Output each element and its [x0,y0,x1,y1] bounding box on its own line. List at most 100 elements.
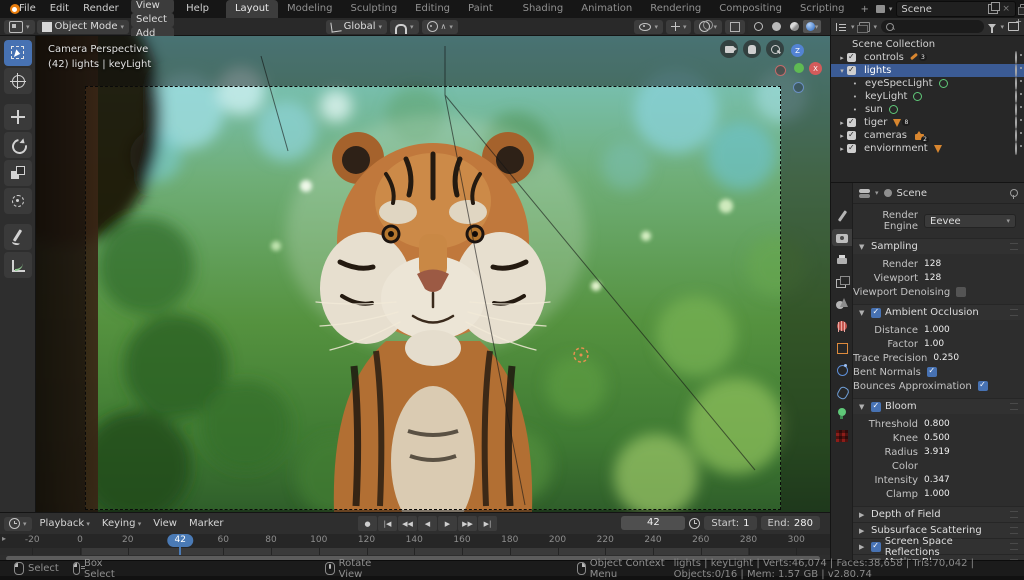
tool-button[interactable] [3,68,32,94]
outliner-row[interactable]: • sun [831,103,1024,116]
outliner-row[interactable]: ▸ cameras 2 [831,129,1024,143]
viewport-menu[interactable]: View [131,0,174,13]
collection-checkbox[interactable] [847,52,856,62]
scene-dropdown-chevron[interactable]: ▾ [889,5,893,13]
hide-in-viewport-toggle[interactable] [1015,116,1017,129]
properties-editor-icon[interactable] [859,188,870,198]
property-widget[interactable]: 1.00 [924,338,1016,350]
playback-button[interactable]: ▶| [478,516,497,531]
workspace-tab[interactable]: Sculpting [341,0,406,18]
collapse-triangle[interactable]: ▼ [859,309,867,317]
property-widget[interactable]: 0.800 [924,418,1016,430]
property-widget[interactable]: 0.250 [933,352,1024,364]
frame-start-field[interactable]: Start: 1 [704,516,757,530]
object-visibility-dropdown[interactable]: ▾ [634,19,663,34]
collapsed-panel-header[interactable]: ▶ Screen Space Reflections [853,536,1024,558]
workspace-tab[interactable]: Layout [225,0,278,18]
checkbox[interactable] [956,287,967,297]
panel-checkbox[interactable] [870,541,881,552]
timeline-menu[interactable]: Playback ▾ [34,518,96,529]
display-mode-icon[interactable] [836,22,847,31]
add-workspace-button[interactable]: + [853,4,875,15]
tool-button[interactable] [3,188,32,214]
proportional-edit-toggle[interactable]: ∧ ▾ [421,19,458,34]
axis-y[interactable] [794,63,804,73]
frame-end-field[interactable]: End: 280 [760,516,820,530]
panel-grip[interactable] [1010,309,1018,316]
pin-icon[interactable] [1010,189,1018,199]
expand-arrow[interactable]: ▸ [837,132,847,140]
workspace-tab[interactable]: Texture Paint [459,0,514,18]
hide-in-viewport-toggle[interactable] [1015,142,1017,155]
outliner-row[interactable]: • keyLight [831,90,1024,103]
topbar-menu[interactable]: Help [179,3,216,14]
playback-button[interactable]: ◀◀ [398,516,417,531]
outliner-row[interactable]: Scene Collection [831,38,1024,51]
property-widget[interactable] [924,460,1016,472]
timeline-ruler[interactable]: ▸ -20 0 20 60 80 100 120 140 160 180 200 220 240 260 2… [0,534,830,548]
tool-button[interactable] [3,224,32,250]
scene-close-icon[interactable]: × [1001,4,1011,14]
navigation-gizmo[interactable]: Z X [774,44,822,93]
current-frame-field[interactable]: 42 [621,516,686,530]
shading-rendered-button[interactable]: ▾ [803,20,821,33]
workspace-tab[interactable]: UV Editing [406,0,459,18]
expand-arrow[interactable]: • [850,106,860,114]
properties-tab[interactable] [832,295,852,312]
camera-view-button[interactable] [720,40,738,58]
property-widget[interactable] [926,366,1019,378]
outliner-row[interactable]: ▸ controls 3 [831,51,1024,64]
outliner-row[interactable]: ▾ lights [831,64,1024,77]
panel-checkbox[interactable] [871,401,881,412]
playback-button[interactable]: |◀ [378,516,397,531]
property-widget[interactable]: 128 [924,258,1016,270]
axis-x-positive[interactable]: X [809,62,822,75]
properties-tab[interactable] [831,229,852,246]
editor-type-button[interactable]: ▾ [4,19,35,34]
workspace-tab[interactable]: Animation [572,0,641,18]
workspace-tab[interactable]: Rendering [641,0,710,18]
viewport-menu[interactable]: Select [131,12,174,27]
gizmos-dropdown[interactable]: ▾ [665,19,692,34]
checkbox[interactable] [977,380,988,391]
property-widget[interactable]: 0.500 [924,432,1016,444]
expand-arrow[interactable]: ▸ [837,119,847,127]
new-scene-icon[interactable] [988,2,1001,14]
tool-button[interactable] [3,252,32,278]
axis-x-negative[interactable] [775,65,786,76]
checkbox[interactable] [926,366,937,377]
timeline-menu[interactable]: Keying ▾ [96,518,147,529]
shading-wireframe-button[interactable] [749,20,767,33]
playback-button[interactable]: ● [358,516,377,531]
new-collection-button[interactable] [1008,17,1022,31]
panel-grip[interactable] [1010,511,1018,518]
panel-grip[interactable] [1010,243,1018,250]
hide-in-viewport-toggle[interactable] [1015,129,1017,142]
properties-tab[interactable] [832,273,852,290]
property-widget[interactable]: 0.347 [924,474,1016,486]
property-widget[interactable]: 128 [924,272,1016,284]
preview-range-icon[interactable] [689,517,701,529]
collapse-triangle[interactable]: ▶ [859,511,867,519]
timeline-menu[interactable]: View [147,518,183,529]
hide-in-viewport-toggle[interactable] [1015,90,1017,103]
filter-type-icon[interactable] [856,21,870,33]
properties-tab[interactable] [832,427,852,444]
topbar-menu[interactable]: Edit [43,3,76,14]
viewport-3d[interactable]: Camera Perspective (42) lights | keyLigh… [36,36,830,512]
outliner-search-input[interactable] [881,20,985,33]
playhead-line[interactable] [179,546,182,555]
outliner-row[interactable]: • eyeSpecLight [831,77,1024,90]
scene-selector[interactable]: Scene × [896,1,1016,17]
tool-button[interactable] [3,104,32,130]
tool-button[interactable] [3,132,32,158]
collapse-triangle[interactable]: ▶ [859,527,867,535]
playback-button[interactable]: ▶▶ [458,516,477,531]
axis-z-positive[interactable]: Z [791,44,804,57]
properties-tab[interactable] [832,207,852,224]
workspace-tab[interactable]: Compositing [710,0,791,18]
playback-button[interactable]: ▶ [438,516,457,531]
property-widget[interactable] [977,380,1024,392]
expand-arrow[interactable]: ▸ [837,145,847,153]
property-widget[interactable]: 1.000 [924,324,1016,336]
